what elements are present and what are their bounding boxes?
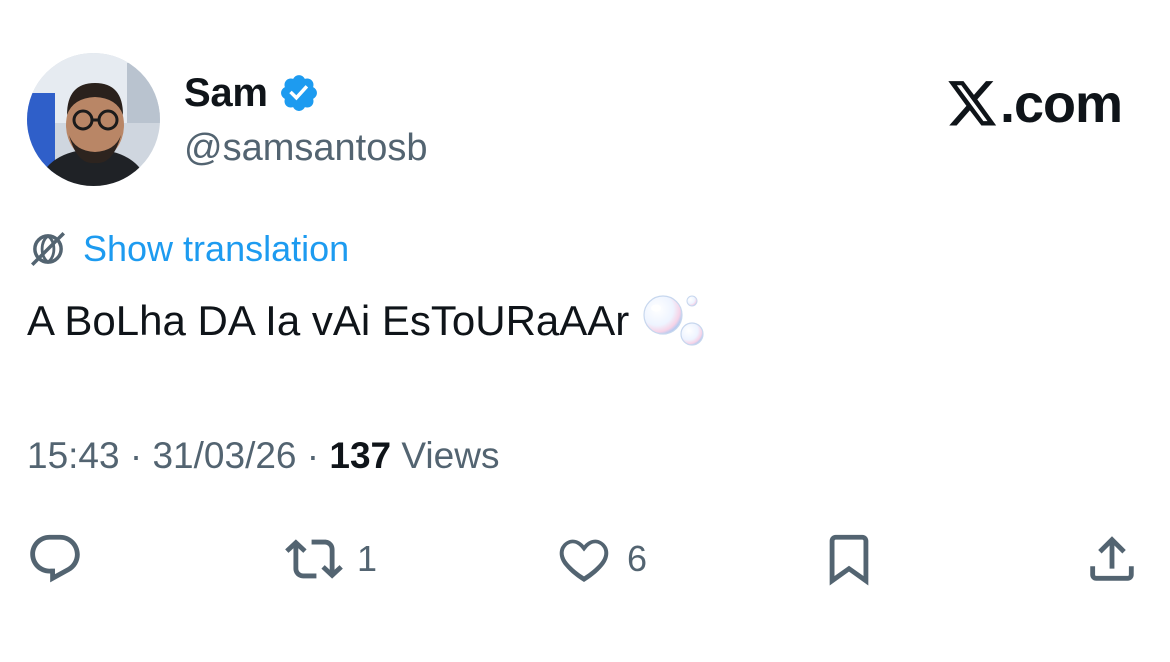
share-button[interactable]: [1083, 528, 1155, 590]
tweet-date[interactable]: 31/03/26: [152, 435, 296, 476]
tweet-body: A BoLha DA Ia vAi EsToURaAAr: [27, 297, 630, 344]
views-count: 137: [329, 435, 392, 476]
display-name[interactable]: Sam: [184, 68, 268, 118]
translate-icon: [31, 232, 65, 266]
tweet-time[interactable]: 15:43: [27, 435, 120, 476]
bubbles-emoji-icon: [643, 295, 704, 346]
repost-count: 1: [357, 538, 378, 579]
profile-photo: [27, 53, 160, 186]
like-button[interactable]: 6: [555, 528, 647, 590]
brand-watermark: .com: [948, 74, 1123, 134]
x-logo-icon: [948, 81, 997, 126]
share-icon: [1090, 536, 1134, 581]
show-translation-link[interactable]: Show translation: [83, 227, 349, 271]
tweet-meta: 15:43 · 31/03/26 · 137 Views: [27, 432, 499, 480]
avatar[interactable]: [27, 53, 160, 186]
like-count: 6: [627, 538, 648, 579]
bookmark-button[interactable]: [820, 528, 892, 590]
show-translation[interactable]: Show translation: [27, 227, 349, 271]
author-name-row: Sam: [184, 68, 320, 118]
reply-button[interactable]: [26, 528, 98, 590]
bookmark-icon: [829, 534, 869, 586]
repost-icon: [285, 539, 343, 579]
user-handle[interactable]: @samsantosb: [184, 124, 427, 172]
verified-badge-icon: [280, 75, 317, 111]
action-bar: 1 6: [0, 528, 1170, 590]
heart-icon: [559, 539, 609, 582]
views-label: Views: [401, 435, 500, 476]
meta-separator: ·: [129, 435, 143, 476]
meta-separator: ·: [306, 435, 320, 476]
repost-button[interactable]: 1: [285, 528, 377, 590]
tweet-text: A BoLha DA Ia vAi EsToURaAAr: [27, 291, 707, 351]
brand-text: .com: [999, 74, 1123, 134]
reply-icon: [30, 534, 80, 583]
